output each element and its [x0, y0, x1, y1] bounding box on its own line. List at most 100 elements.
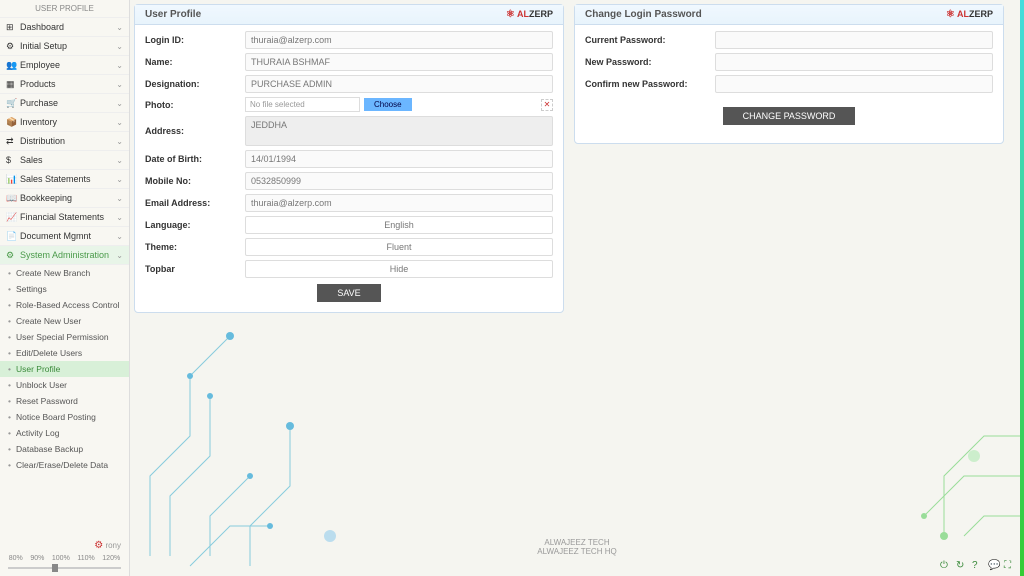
chevron-icon: ⌄: [116, 42, 123, 51]
sidebar-item-purchase[interactable]: 🛒 Purchase⌄: [0, 94, 129, 113]
sidebar: USER PROFILE ⊞Dashboard⌄⚙Initial Setup⌄👥…: [0, 0, 130, 576]
topbar-select[interactable]: Hide: [245, 260, 553, 278]
sub-item-create-new-user[interactable]: Create New User: [0, 313, 129, 329]
confirm-password-input[interactable]: [715, 75, 993, 93]
sidebar-item-system-administration[interactable]: ⚙System Administration⌄: [0, 246, 129, 265]
theme-label: Theme:: [145, 242, 245, 252]
designation-input[interactable]: [245, 75, 553, 93]
sidebar-item-dashboard[interactable]: ⊞ Dashboard⌄: [0, 18, 129, 37]
chevron-icon: ⌄: [116, 251, 123, 260]
address-input[interactable]: JEDDHA: [245, 116, 553, 146]
sidebar-item-bookkeeping[interactable]: 📖Bookkeeping⌄: [0, 189, 129, 208]
chevron-icon: ⌄: [116, 175, 123, 184]
right-accent-strip: [1020, 0, 1024, 576]
sub-item-database-backup[interactable]: Database Backup: [0, 441, 129, 457]
user-profile-panel: User Profile ⚛ ALZERP Login ID: Name: De…: [134, 4, 564, 313]
sub-item-user-profile[interactable]: User Profile: [0, 361, 129, 377]
refresh-icon[interactable]: ↻: [956, 560, 968, 572]
sidebar-item-distribution[interactable]: ⇄ Distribution⌄: [0, 132, 129, 151]
sub-item-settings[interactable]: Settings: [0, 281, 129, 297]
chat-icon[interactable]: 💬: [988, 560, 1000, 572]
chevron-icon: ⌄: [116, 118, 123, 127]
sidebar-item-products[interactable]: ▦Products⌄: [0, 75, 129, 94]
language-select[interactable]: English: [245, 216, 553, 234]
zoom-controls[interactable]: 80%90%100%110%120%: [4, 553, 125, 564]
sub-item-unblock-user[interactable]: Unblock User: [0, 377, 129, 393]
sidebar-item-document-mgmnt[interactable]: 📄Document Mgmnt⌄: [0, 227, 129, 246]
chevron-icon: ⌄: [116, 80, 123, 89]
sidebar-item-label: Dashboard: [20, 22, 116, 32]
menu-icon: 👥: [6, 60, 16, 70]
name-input[interactable]: [245, 53, 553, 71]
sidebar-item-sales[interactable]: $ Sales⌄: [0, 151, 129, 170]
file-status: No file selected: [245, 97, 360, 112]
logo: ⚛ ALZERP: [506, 9, 553, 20]
dob-input[interactable]: [245, 150, 553, 168]
sidebar-item-label: Purchase: [20, 98, 116, 108]
choose-file-button[interactable]: Choose: [364, 98, 412, 111]
email-input[interactable]: [245, 194, 553, 212]
email-label: Email Address:: [145, 198, 245, 208]
sidebar-item-label: Sales: [20, 155, 116, 165]
new-password-input[interactable]: [715, 53, 993, 71]
zoom-slider[interactable]: [4, 564, 125, 572]
power-icon[interactable]: ⏻: [940, 560, 952, 572]
sidebar-item-initial-setup[interactable]: ⚙Initial Setup⌄: [0, 37, 129, 56]
chevron-icon: ⌄: [116, 137, 123, 146]
chevron-icon: ⌄: [116, 213, 123, 222]
menu-icon: 📦: [6, 117, 16, 127]
sub-item-activity-log[interactable]: Activity Log: [0, 425, 129, 441]
sub-item-edit-delete-users[interactable]: Edit/Delete Users: [0, 345, 129, 361]
topbar-label: Topbar: [145, 264, 245, 274]
expand-icon[interactable]: ⛶: [1004, 560, 1016, 572]
save-button[interactable]: SAVE: [317, 284, 380, 302]
sidebar-item-label: Financial Statements: [20, 212, 116, 222]
username: rony: [105, 541, 121, 550]
sidebar-item-sales-statements[interactable]: 📊Sales Statements⌄: [0, 170, 129, 189]
chevron-icon: ⌄: [116, 61, 123, 70]
sidebar-item-label: Inventory: [20, 117, 116, 127]
panel-title: Change Login Password: [585, 9, 702, 20]
sub-item-role-based-access-control[interactable]: Role-Based Access Control: [0, 297, 129, 313]
circuit-decoration-left: [130, 276, 380, 576]
login-id-input[interactable]: [245, 31, 553, 49]
photo-label: Photo:: [145, 100, 245, 110]
sidebar-item-financial-statements[interactable]: 📈Financial Statements⌄: [0, 208, 129, 227]
sub-item-reset-password[interactable]: Reset Password: [0, 393, 129, 409]
menu-icon: ⚙: [6, 250, 16, 260]
current-password-input[interactable]: [715, 31, 993, 49]
sub-item-clear-erase-delete-data[interactable]: Clear/Erase/Delete Data: [0, 457, 129, 473]
menu-icon: ⊞: [6, 22, 16, 32]
confirm-password-label: Confirm new Password:: [585, 79, 715, 89]
sub-item-create-new-branch[interactable]: Create New Branch: [0, 265, 129, 281]
sidebar-item-employee[interactable]: 👥 Employee⌄: [0, 56, 129, 75]
mobile-input[interactable]: [245, 172, 553, 190]
sidebar-item-label: Distribution: [20, 136, 116, 146]
circuit-decoration-right: [824, 416, 1024, 576]
menu-icon: 📖: [6, 193, 16, 203]
chevron-icon: ⌄: [116, 156, 123, 165]
panel-title: User Profile: [145, 9, 201, 20]
change-password-button[interactable]: CHANGE PASSWORD: [723, 107, 856, 125]
sidebar-item-inventory[interactable]: 📦 Inventory⌄: [0, 113, 129, 132]
help-icon[interactable]: ?: [972, 560, 984, 572]
mobile-label: Mobile No:: [145, 176, 245, 186]
sidebar-item-label: Employee: [20, 60, 116, 70]
sub-item-notice-board-posting[interactable]: Notice Board Posting: [0, 409, 129, 425]
menu-icon: $: [6, 155, 16, 165]
chevron-icon: ⌄: [116, 99, 123, 108]
designation-label: Designation:: [145, 79, 245, 89]
sub-item-user-special-permission[interactable]: User Special Permission: [0, 329, 129, 345]
sidebar-item-label: Sales Statements: [20, 174, 116, 184]
chevron-icon: ⌄: [116, 194, 123, 203]
bottom-toolbar: ⏻ ↻ ? 💬 ⛶: [940, 560, 1016, 572]
menu-icon: ▦: [6, 79, 16, 89]
sidebar-header: USER PROFILE: [0, 0, 129, 18]
dob-label: Date of Birth:: [145, 154, 245, 164]
menu-icon: 🛒: [6, 98, 16, 108]
theme-select[interactable]: Fluent: [245, 238, 553, 256]
menu-icon: ⇄: [6, 136, 16, 146]
sidebar-item-label: Initial Setup: [20, 41, 116, 51]
language-label: Language:: [145, 220, 245, 230]
chevron-icon: ⌄: [116, 23, 123, 32]
